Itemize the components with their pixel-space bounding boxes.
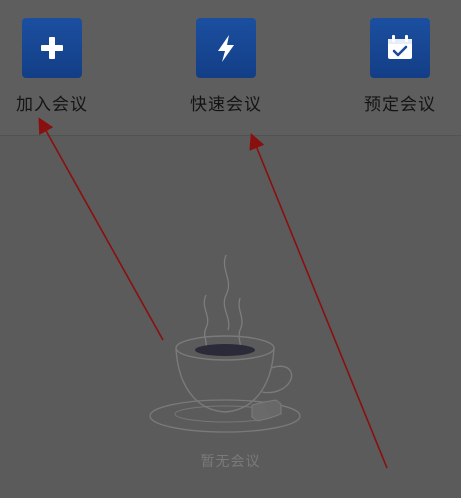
arrow-to-quick-meeting [249, 133, 388, 469]
annotation-arrows [38, 117, 388, 469]
arrow-to-join-meeting [38, 117, 164, 341]
